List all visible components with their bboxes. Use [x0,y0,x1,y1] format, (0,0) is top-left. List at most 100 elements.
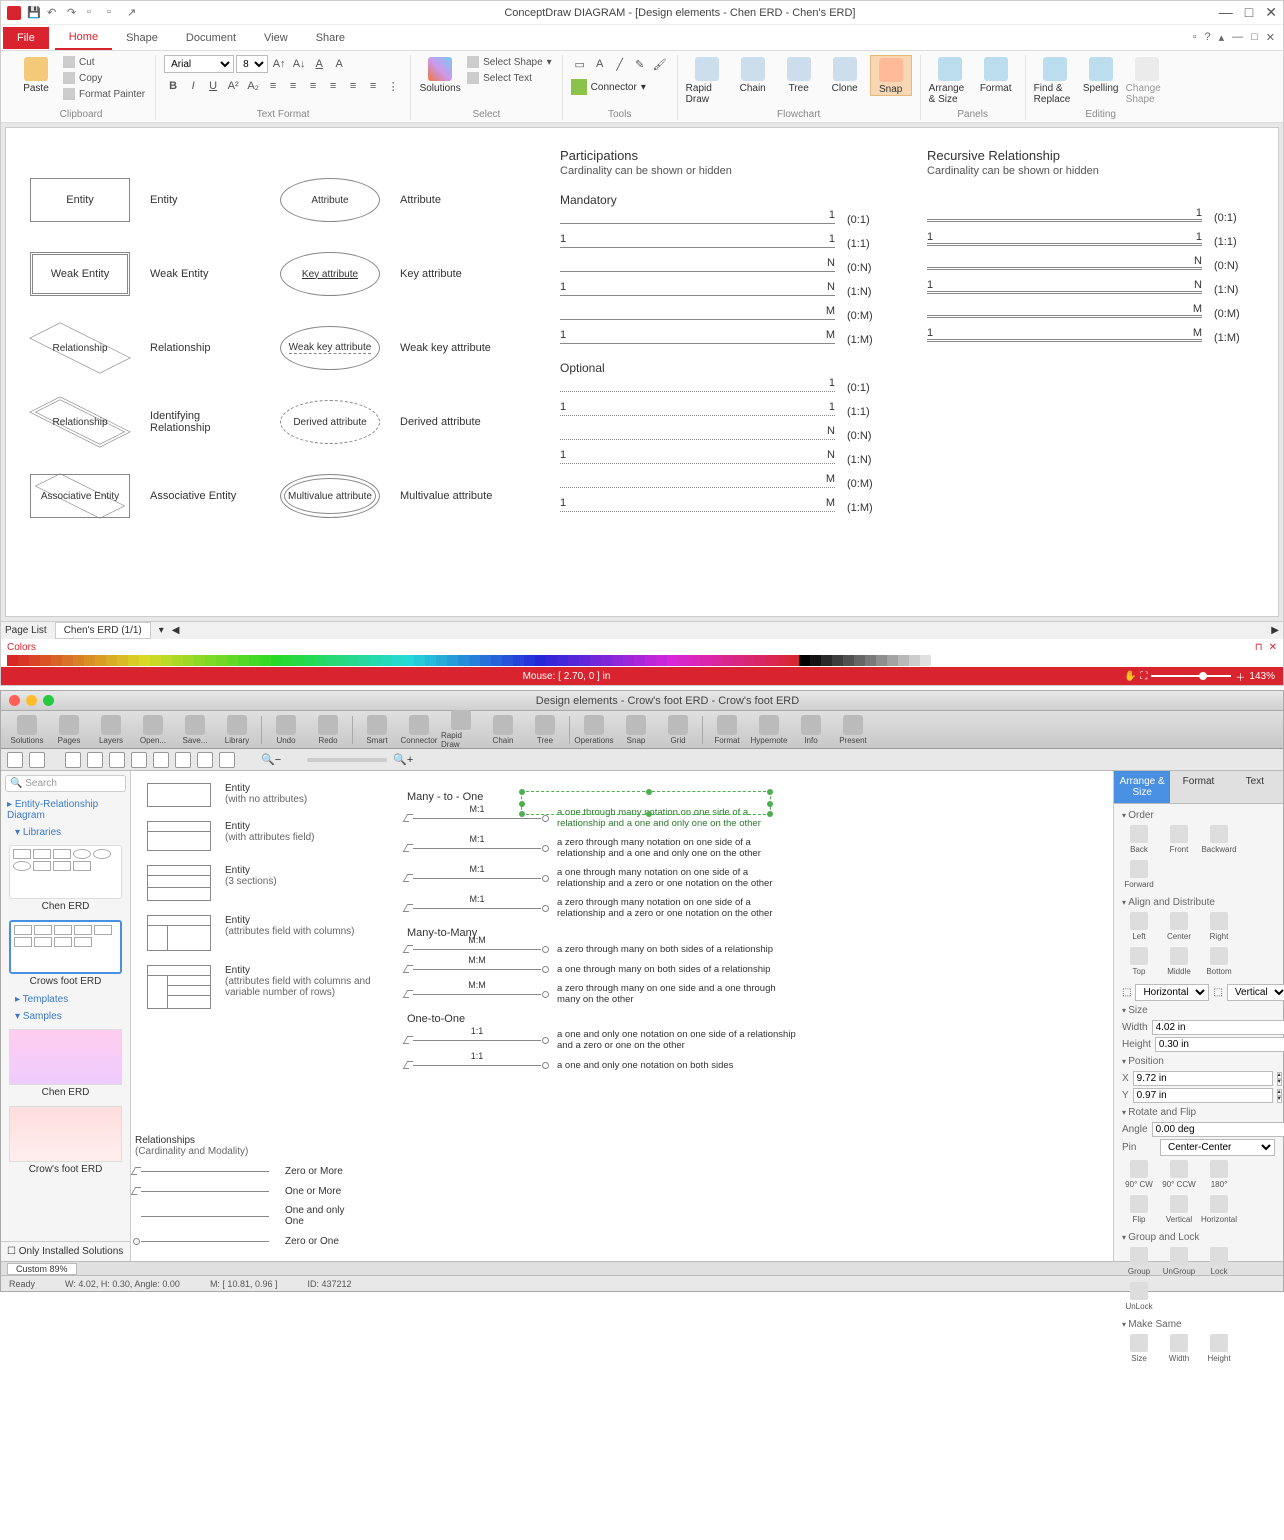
pen-tool[interactable] [175,752,191,768]
size-select[interactable]: 8 [236,55,268,73]
align-right-button[interactable]: ≡ [304,77,322,95]
entity-stencil[interactable]: Entity(attributes field with columns and… [147,965,377,1009]
chain-button[interactable]: Chain [732,55,774,94]
color-swatch[interactable] [304,655,315,666]
toolbar-format[interactable]: Format [707,715,747,745]
color-swatch[interactable] [920,655,931,666]
color-swatch[interactable] [128,655,139,666]
size-section[interactable]: Size [1122,1003,1275,1018]
color-swatch[interactable] [480,655,491,666]
toolbar-open-[interactable]: Open... [133,715,173,745]
valign3-button[interactable]: ≡ [364,77,382,95]
color-swatch[interactable] [579,655,590,666]
connector-button[interactable]: Connector ▾ [571,77,646,95]
toolbar-pages[interactable]: Pages [49,715,89,745]
90-cw-button[interactable]: 90° CW [1122,1160,1156,1189]
colors-close-icon[interactable]: ✕ [1269,642,1277,653]
color-swatch[interactable] [172,655,183,666]
rect-tool[interactable]: ▭ [571,55,589,73]
color-swatch[interactable] [700,655,711,666]
mac-page-tab[interactable]: Custom 89% [7,1263,77,1275]
highlight-button[interactable]: A [330,55,348,73]
maximize-icon[interactable]: □ [1245,4,1253,21]
change-shape-button[interactable]: Change Shape [1126,55,1168,105]
relationship-line[interactable]: 1:1a one and only one notation on both s… [407,1059,1097,1071]
key-attr-shape[interactable]: Key attribute [280,252,380,296]
toolbar-chain[interactable]: Chain [483,715,523,745]
height-button[interactable]: Height [1202,1334,1236,1363]
super-button[interactable]: A² [224,77,242,95]
shape-tab[interactable]: Shape [112,27,172,49]
color-swatch[interactable] [150,655,161,666]
pin-icon[interactable]: ⊓ [1255,642,1263,653]
shrink-font-button[interactable]: A↓ [290,55,308,73]
color-swatch[interactable] [216,655,227,666]
y-input[interactable] [1133,1088,1273,1103]
close-traffic-light[interactable] [9,695,20,706]
collapse-icon[interactable]: — [1232,31,1243,44]
color-swatch[interactable] [810,655,821,666]
relationship-line[interactable]: M:Ma zero through many on both sides of … [407,943,1097,955]
color-swatch[interactable] [843,655,854,666]
color-swatch[interactable] [865,655,876,666]
arrow-icon[interactable]: ↗ [127,6,141,20]
color-swatch[interactable] [557,655,568,666]
color-swatch[interactable] [392,655,403,666]
color-swatch[interactable] [821,655,832,666]
sub-button[interactable]: A₂ [244,77,262,95]
color-swatch[interactable] [139,655,150,666]
unlock-button[interactable]: UnLock [1122,1282,1156,1311]
color-swatch[interactable] [656,655,667,666]
color-swatch[interactable] [755,655,766,666]
color-swatch[interactable] [458,655,469,666]
fit-icon[interactable]: ⛶ [1140,671,1147,682]
color-swatch[interactable] [777,655,788,666]
color-swatch[interactable] [73,655,84,666]
arc-tool[interactable] [131,752,147,768]
top-button[interactable]: Top [1122,947,1156,976]
front-button[interactable]: Front [1162,825,1196,854]
pen-tool[interactable]: ✎ [631,55,649,73]
same-section[interactable]: Make Same [1122,1317,1275,1332]
toolbar-connector[interactable]: Connector [399,715,439,745]
color-swatch[interactable] [227,655,238,666]
bullets-button[interactable]: ⋮ [384,77,402,95]
color-swatch[interactable] [678,655,689,666]
rect-tool[interactable] [65,752,81,768]
zoom-slider[interactable] [307,758,387,762]
toolbar-snap[interactable]: Snap [616,715,656,745]
backward-button[interactable]: Backward [1202,825,1236,854]
color-swatch[interactable] [348,655,359,666]
cut-button[interactable]: Cut [61,55,147,69]
zoom-plus[interactable]: ＋ [1235,669,1245,684]
order-section[interactable]: Order [1122,808,1275,823]
color-swatches[interactable] [1,655,1283,667]
color-swatch[interactable] [95,655,106,666]
rotate-section[interactable]: Rotate and Flip [1122,1105,1275,1120]
entity-shape[interactable]: Entity [30,178,130,222]
help-icon[interactable]: ▫ [1193,31,1197,44]
relationship-shape[interactable]: Relationship [30,326,130,370]
color-swatch[interactable] [854,655,865,666]
size-button[interactable]: Size [1122,1334,1156,1363]
toolbar-present[interactable]: Present [833,715,873,745]
color-swatch[interactable] [447,655,458,666]
vertical-select[interactable]: Vertical [1227,984,1284,1001]
toolbar-tree[interactable]: Tree [525,715,565,745]
zoom-in-icon[interactable]: 🔍+ [393,753,413,766]
color-swatch[interactable] [403,655,414,666]
color-swatch[interactable] [634,655,645,666]
color-swatch[interactable] [909,655,920,666]
color-swatch[interactable] [524,655,535,666]
hand-icon[interactable]: ✋ [1124,671,1136,682]
color-swatch[interactable] [337,655,348,666]
right-button[interactable]: Right [1202,912,1236,941]
scroll-left-button[interactable]: ◀ [172,625,180,636]
brush-tool[interactable] [219,752,235,768]
color-swatch[interactable] [601,655,612,666]
max-traffic-light[interactable] [43,695,54,706]
color-swatch[interactable] [18,655,29,666]
color-swatch[interactable] [260,655,271,666]
attribute-shape[interactable]: Attribute [280,178,380,222]
color-swatch[interactable] [117,655,128,666]
